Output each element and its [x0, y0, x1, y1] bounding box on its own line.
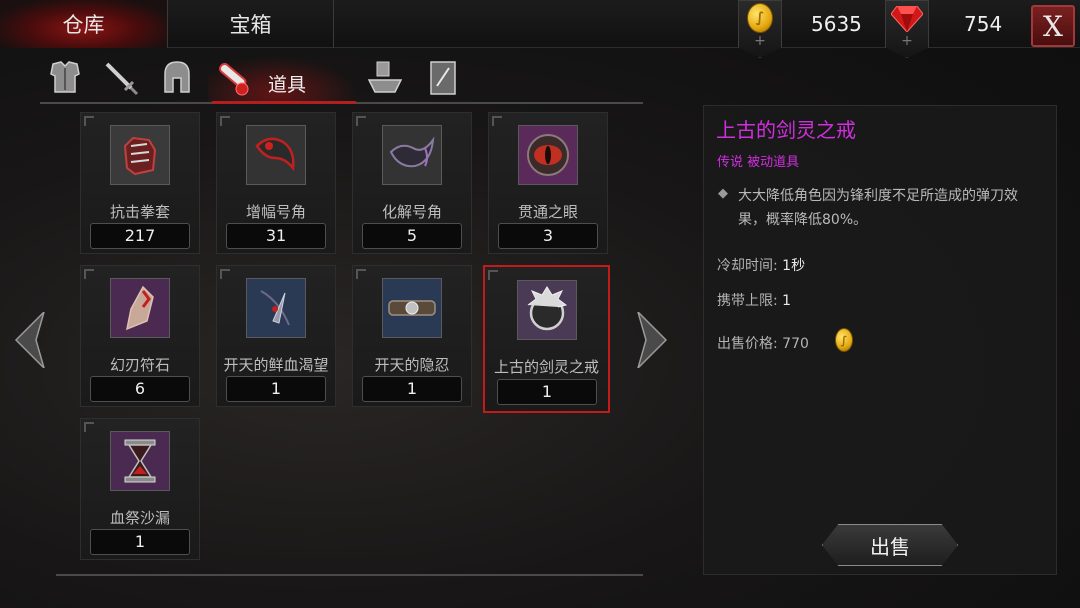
detail-rarity: 传说 被动道具 [717, 155, 800, 170]
item-name: 增幅号角 [245, 203, 306, 221]
eye-icon [527, 134, 569, 176]
detail-sell-price: 出售价格: 770 [717, 333, 809, 353]
item-name: 开天的鲜血渴望 [223, 356, 329, 374]
price-value: 770 [782, 336, 809, 352]
close-button[interactable]: X [1031, 5, 1075, 47]
tab-chest-label: 宝箱 [229, 13, 272, 37]
detail-description: 大大降低角色因为锋利度不足所造成的弹刀效果，概率降低80%。 [738, 188, 1018, 228]
item-slot[interactable]: 化解号角 5 [352, 112, 472, 254]
item-name: 血祭沙漏 [109, 509, 170, 527]
item-count: 3 [498, 223, 598, 249]
item-slot[interactable]: 增幅号角 31 [216, 112, 336, 254]
plus-icon: + [754, 33, 766, 49]
category-items-label: 道具 [268, 74, 307, 96]
corner-decoration [492, 116, 502, 126]
item-name: 上古的剑灵之戒 [493, 358, 599, 376]
item-icon-box [246, 125, 306, 185]
item-slot[interactable]: 幻刃符石 6 [80, 265, 200, 407]
potion-icon [218, 62, 249, 96]
horn-dark-icon [389, 136, 435, 168]
bullet-icon: ◆ [718, 186, 728, 201]
item-icon-box [518, 125, 578, 185]
blood-blade-icon [260, 290, 290, 326]
item-icon-box [110, 431, 170, 491]
item-count: 1 [90, 529, 190, 555]
item-count: 1 [362, 376, 462, 402]
detail-carry-limit: 携带上限: 1 [717, 290, 791, 310]
price-label: 出售价格: [717, 336, 778, 352]
category-material-tab[interactable] [364, 57, 406, 99]
category-armor-tab[interactable] [44, 57, 86, 99]
close-icon: X [1043, 9, 1063, 43]
category-scroll-tab[interactable] [422, 57, 464, 99]
item-icon-box [382, 278, 442, 338]
scroll-icon [430, 61, 456, 95]
item-name: 化解号角 [381, 203, 442, 221]
plus-icon: + [901, 33, 913, 49]
ruby-gem-icon [891, 6, 923, 32]
item-name: 开天的隐忍 [374, 356, 450, 374]
item-count: 217 [90, 223, 190, 249]
item-count: 1 [226, 376, 326, 402]
corner-decoration [488, 270, 498, 280]
corner-decoration [220, 269, 230, 279]
corner-decoration [220, 116, 230, 126]
rune-stone-icon [125, 285, 154, 331]
carry-label: 携带上限: [717, 293, 778, 309]
horn-icon [255, 137, 295, 172]
category-items-tab[interactable] [212, 57, 254, 99]
sword-icon [105, 62, 139, 96]
corner-decoration [84, 116, 94, 126]
gold-coin-icon: ∫ [835, 328, 853, 352]
corner-decoration [84, 422, 94, 432]
detail-cooldown: 冷却时间: 1秒 [717, 255, 805, 275]
corner-decoration [356, 269, 366, 279]
armor-icon [50, 61, 80, 93]
category-weapon-tab[interactable] [100, 57, 142, 99]
item-name: 幻刃符石 [109, 356, 170, 374]
item-slot[interactable]: 开天的隐忍 1 [352, 265, 472, 407]
gold-amount: 5635 [811, 12, 862, 36]
item-count: 5 [362, 223, 462, 249]
item-count: 6 [90, 376, 190, 402]
cooldown-label: 冷却时间: [717, 258, 778, 274]
cooldown-value: 1秒 [782, 258, 806, 274]
item-icon-box [382, 125, 442, 185]
sell-button-label: 出售 [870, 534, 910, 559]
item-name: 抗击拳套 [109, 203, 170, 221]
next-page-arrow-icon[interactable] [636, 312, 672, 368]
item-icon-box [517, 280, 577, 340]
corner-decoration [84, 269, 94, 279]
tab-warehouse[interactable]: 仓库 [0, 0, 168, 48]
item-icon-box [246, 278, 306, 338]
tab-chest[interactable]: 宝箱 [168, 0, 334, 48]
category-helmet-tab[interactable] [156, 57, 198, 99]
item-icon-box [110, 125, 170, 185]
item-count: 31 [226, 223, 326, 249]
detail-title: 上古的剑灵之戒 [716, 118, 856, 142]
gem-amount: 754 [964, 12, 1003, 36]
item-slot[interactable]: 贯通之眼 3 [488, 112, 608, 254]
item-name: 贯通之眼 [517, 203, 578, 221]
item-slot[interactable]: 开天的鲜血渴望 1 [216, 265, 336, 407]
item-slot-selected[interactable]: 上古的剑灵之戒 1 [483, 265, 610, 413]
item-slot[interactable]: 抗击拳套 217 [80, 112, 200, 254]
tab-warehouse-label: 仓库 [62, 13, 105, 37]
gold-coin-icon: ∫ [747, 3, 773, 33]
spiked-ring-icon [527, 286, 568, 331]
item-icon-box [110, 278, 170, 338]
helmet-icon [164, 61, 190, 93]
gauntlet-icon [123, 136, 157, 176]
anvil-icon [367, 61, 403, 93]
category-active-underline [212, 101, 356, 104]
prev-page-arrow-icon[interactable] [10, 312, 46, 368]
belt-icon [388, 300, 436, 316]
hourglass-icon [124, 439, 156, 483]
item-slot[interactable]: 血祭沙漏 1 [80, 418, 200, 560]
grid-bottom-divider [56, 574, 643, 576]
carry-value: 1 [782, 293, 792, 309]
item-count: 1 [497, 379, 597, 405]
sell-button[interactable]: 出售 [822, 524, 958, 566]
corner-decoration [356, 116, 366, 126]
